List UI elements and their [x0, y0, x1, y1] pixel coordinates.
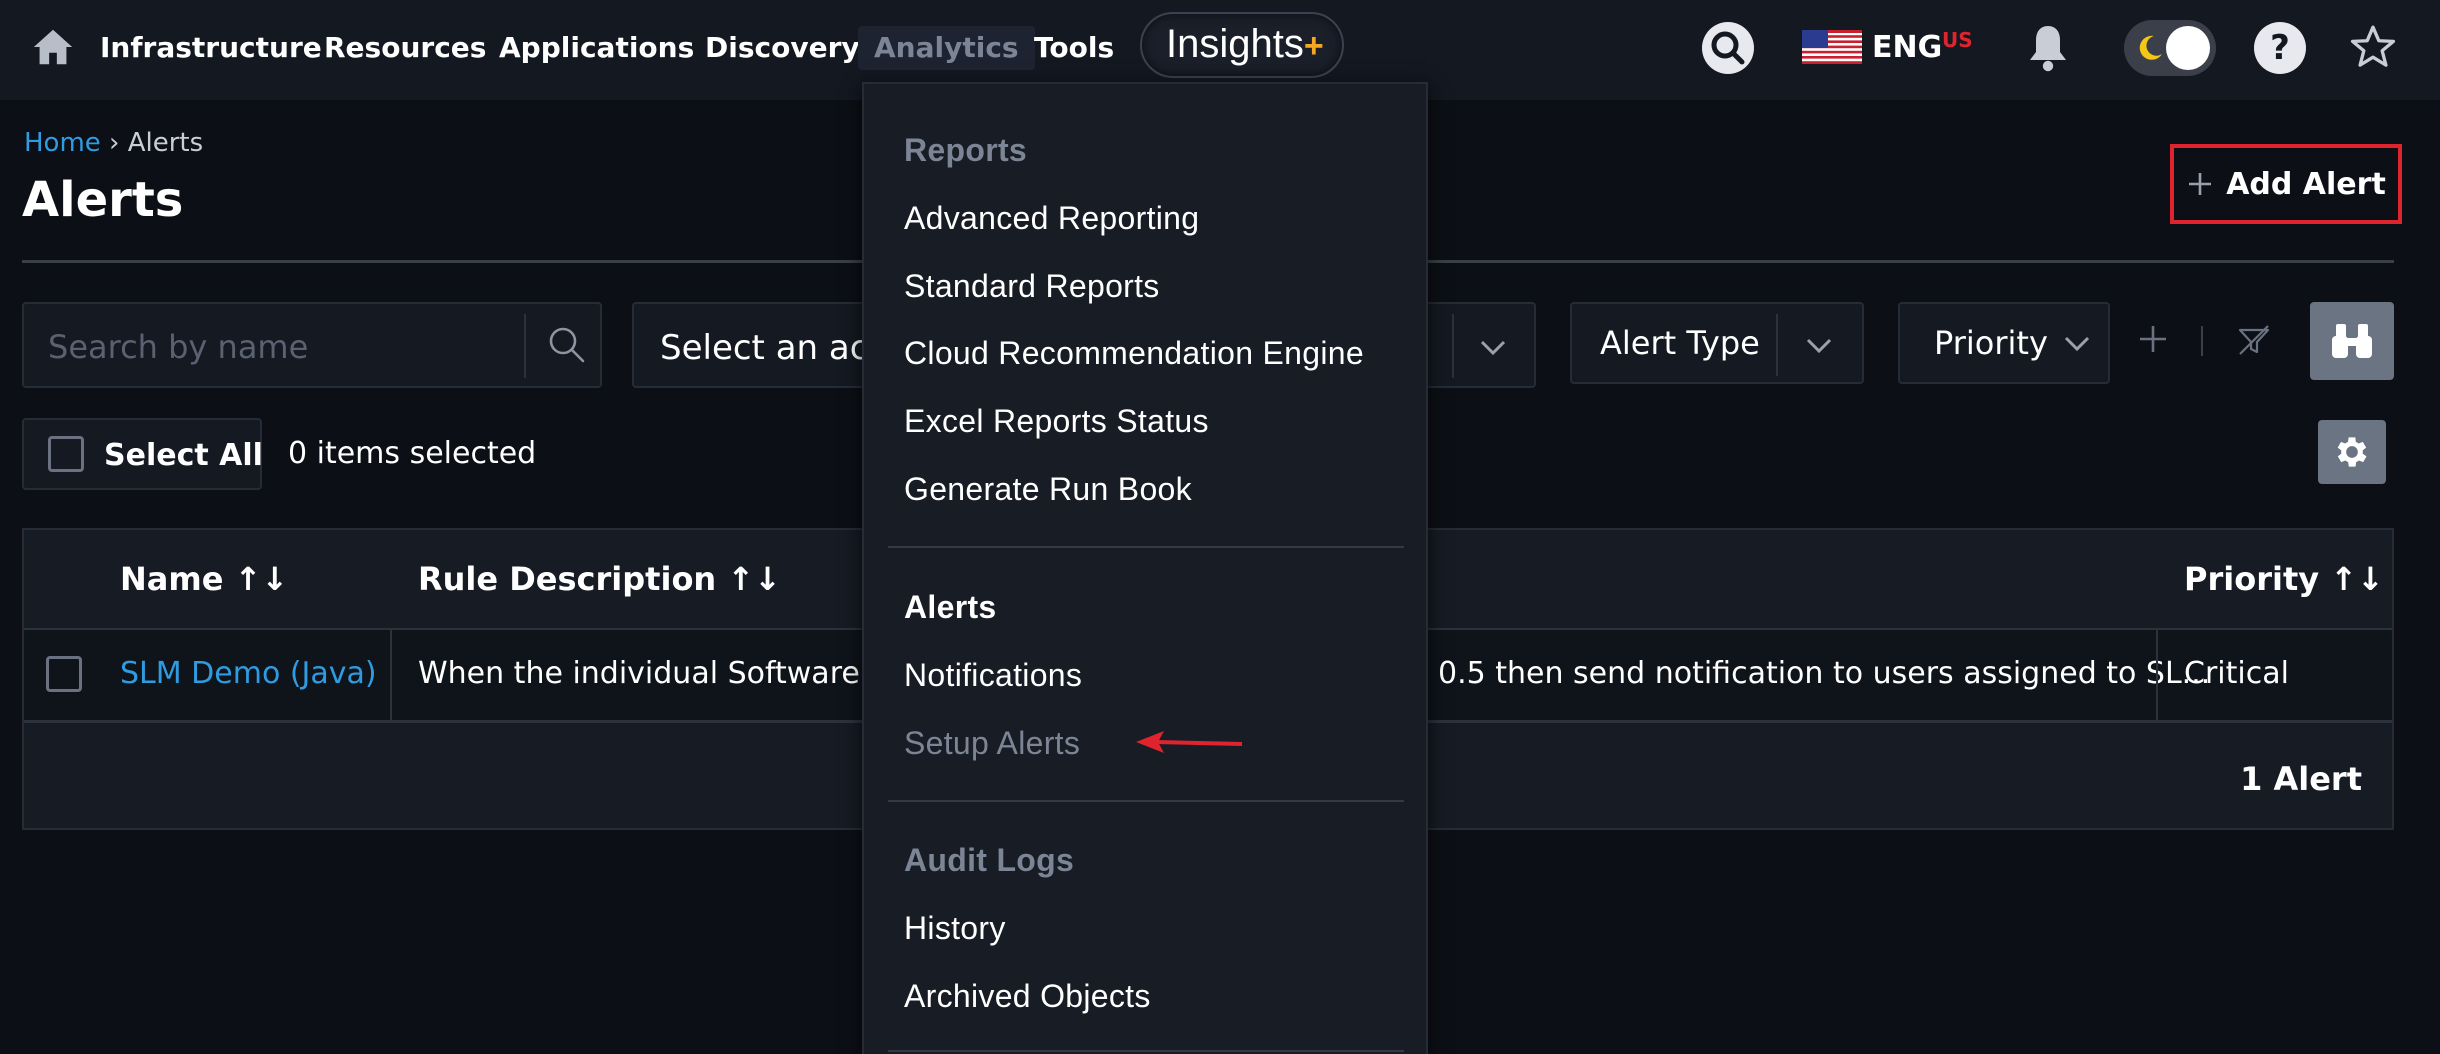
- breadcrumb-separator: ›: [109, 128, 120, 158]
- global-search-button[interactable]: [1702, 22, 1754, 74]
- action-select-separator: [1452, 314, 1454, 378]
- menu-item-advanced-reporting[interactable]: Advanced Reporting: [904, 200, 1199, 237]
- column-header-priority[interactable]: Priority ↑↓: [2184, 560, 2384, 598]
- clear-filter-icon[interactable]: [2234, 320, 2274, 360]
- priority-filter-label: Priority: [1934, 324, 2048, 362]
- add-filter-icon[interactable]: [2136, 322, 2170, 356]
- home-icon[interactable]: [30, 24, 76, 70]
- cell-divider: [390, 630, 392, 720]
- menu-heading-alerts[interactable]: Alerts: [904, 589, 997, 626]
- breadcrumb-home[interactable]: Home: [24, 128, 101, 158]
- menu-separator: [888, 546, 1404, 548]
- plus-icon: [2189, 173, 2212, 195]
- binoculars-icon: [2332, 324, 2372, 358]
- search-separator: [524, 314, 526, 378]
- menu-separator: [888, 1050, 1404, 1052]
- chevron-down-icon[interactable]: [1476, 330, 1510, 364]
- insights-plus: +: [1303, 27, 1324, 65]
- menu-item-generate-run-book[interactable]: Generate Run Book: [904, 471, 1192, 508]
- select-all-checkbox[interactable]: [48, 436, 84, 472]
- search-placeholder: Search by name: [48, 328, 309, 366]
- rule-description-end: 0.5 then send notification to users assi…: [1438, 656, 2211, 691]
- language-region: US: [1942, 28, 1973, 52]
- gear-icon: [2337, 437, 2367, 467]
- nav-infrastructure[interactable]: Infrastructure: [100, 26, 322, 70]
- select-all-label: Select All: [104, 438, 263, 473]
- chevron-down-icon[interactable]: [1802, 328, 1836, 362]
- menu-item-cloud-recommendation-engine[interactable]: Cloud Recommendation Engine: [904, 335, 1364, 372]
- filter-separator: [2201, 326, 2203, 356]
- cell-divider: [2156, 630, 2158, 720]
- menu-item-notifications[interactable]: Notifications: [904, 657, 1082, 694]
- items-selected-count: 0 items selected: [288, 436, 537, 471]
- alert-count: 1 Alert: [2240, 760, 2362, 798]
- menu-heading-reports: Reports: [904, 132, 1028, 168]
- rule-description-start: When the individual Software Jav: [418, 656, 915, 691]
- menu-item-excel-reports-status[interactable]: Excel Reports Status: [904, 403, 1209, 440]
- search-advanced-button[interactable]: [2310, 302, 2394, 380]
- insights-label: Insights: [1166, 22, 1304, 66]
- nav-discovery[interactable]: Discovery: [705, 26, 860, 70]
- analytics-dropdown-menu: Reports Advanced Reporting Standard Repo…: [862, 82, 1428, 1054]
- priority-filter[interactable]: Priority: [1898, 302, 2110, 384]
- nav-applications[interactable]: Applications: [499, 26, 694, 70]
- priority-value: Critical: [2184, 656, 2289, 691]
- alert-type-label: Alert Type: [1600, 324, 1760, 362]
- search-input[interactable]: Search by name: [22, 302, 602, 388]
- add-alert-button[interactable]: Add Alert: [2170, 144, 2402, 224]
- language-label[interactable]: ENG: [1872, 26, 1942, 70]
- nav-tools[interactable]: Tools: [1034, 26, 1114, 70]
- menu-item-setup-alerts[interactable]: Setup Alerts: [904, 725, 1080, 762]
- nav-analytics[interactable]: Analytics: [858, 26, 1035, 70]
- menu-item-history[interactable]: History: [904, 910, 1006, 947]
- search-icon: [1711, 31, 1745, 65]
- breadcrumb: Home › Alerts: [24, 128, 203, 158]
- chevron-down-icon[interactable]: [2060, 326, 2094, 360]
- select-all-toggle[interactable]: Select All: [22, 418, 263, 490]
- breadcrumb-current: Alerts: [127, 128, 204, 158]
- red-arrow-annotation-icon: [1136, 731, 1243, 753]
- help-button[interactable]: ?: [2254, 22, 2306, 74]
- menu-heading-audit-logs: Audit Logs: [904, 842, 1075, 878]
- alert-type-filter[interactable]: Alert Type: [1570, 302, 1864, 384]
- bell-icon[interactable]: [2024, 22, 2072, 74]
- column-header-name[interactable]: Name ↑↓: [120, 560, 288, 598]
- us-flag-icon[interactable]: [1802, 30, 1862, 64]
- toggle-knob: [2166, 26, 2210, 70]
- alert-type-separator: [1776, 314, 1778, 376]
- menu-separator: [888, 800, 1404, 802]
- search-icon[interactable]: [544, 322, 588, 366]
- row-checkbox[interactable]: [46, 656, 82, 692]
- alert-name-link[interactable]: SLM Demo (Java): [120, 656, 377, 691]
- action-select-value: Select an acti: [660, 328, 892, 368]
- theme-toggle[interactable]: [2124, 20, 2216, 76]
- moon-icon: [2139, 35, 2162, 60]
- nav-resources[interactable]: Resources: [324, 26, 486, 70]
- column-header-rule-description[interactable]: Rule Description ↑↓: [418, 560, 781, 598]
- star-icon[interactable]: [2348, 22, 2398, 72]
- menu-item-archived-objects[interactable]: Archived Objects: [904, 978, 1151, 1015]
- page-title: Alerts: [22, 172, 184, 228]
- table-settings-button[interactable]: [2318, 420, 2386, 484]
- insights-button[interactable]: Insights+: [1140, 12, 1344, 78]
- menu-item-standard-reports[interactable]: Standard Reports: [904, 268, 1160, 305]
- add-alert-label: Add Alert: [2226, 166, 2386, 202]
